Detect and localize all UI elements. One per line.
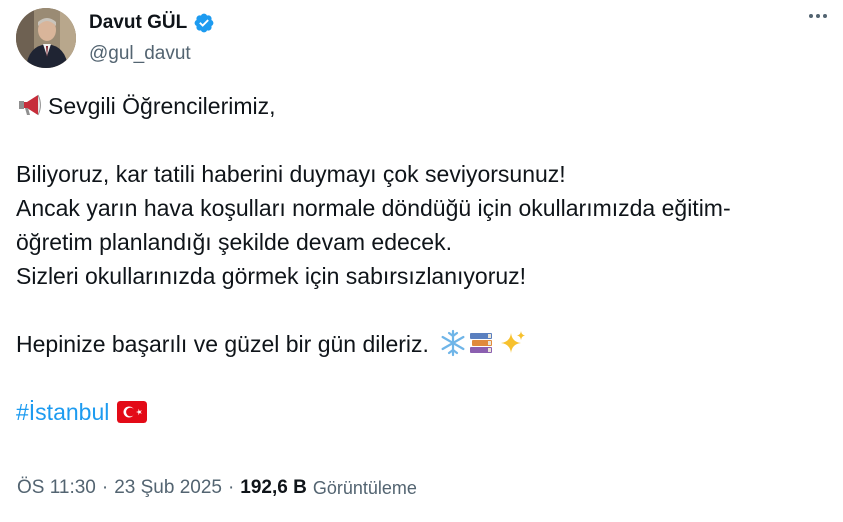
profile-photo-icon [16, 8, 76, 68]
turkey-flag-icon [117, 401, 148, 423]
author-display-name[interactable]: Davut GÜL [89, 12, 187, 34]
verified-badge-icon [194, 13, 214, 33]
closing-line: Hepinize başarılı ve güzel bir gün diler… [16, 327, 831, 361]
separator-dot: · [101, 477, 109, 498]
closing-text: Hepinize başarılı ve güzel bir gün diler… [16, 331, 429, 357]
more-options-icon[interactable] [809, 14, 827, 18]
separator-dot: · [227, 477, 235, 498]
hashtag-line: #İstanbul [16, 395, 831, 429]
tweet-meta: ÖS 11:30 · 23 Şub 2025 · 192,6 B Görüntü… [17, 477, 417, 499]
tweet-header: Davut GÜL @gul_davut [16, 8, 827, 70]
body-line: Ancak yarın hava koşulları normale döndü… [16, 195, 731, 221]
tweet-date[interactable]: 23 Şub 2025 [114, 477, 222, 499]
hashtag-link[interactable]: #İstanbul [16, 399, 109, 425]
sparkles-icon [501, 331, 526, 353]
views-count: 192,6 B [240, 477, 307, 498]
body-line: Sizleri okullarınızda görmek için sabırs… [16, 263, 527, 289]
tweet-text: Sevgili Öğrencilerimiz, Biliyoruz, kar t… [16, 89, 831, 429]
views-label: Görüntüleme [312, 477, 417, 498]
avatar[interactable] [16, 8, 76, 68]
body-line: öğretim planlandığı şekilde devam edecek… [16, 229, 452, 255]
body-line: Biliyoruz, kar tatili haberini duymayı ç… [16, 161, 566, 187]
author-handle[interactable]: @gul_davut [89, 43, 191, 65]
author-name-row: Davut GÜL [89, 12, 215, 34]
books-icon [470, 333, 493, 353]
greeting-text: Sevgili Öğrencilerimiz, [48, 93, 276, 119]
greeting-line: Sevgili Öğrencilerimiz, [16, 89, 831, 123]
snowflake-icon [441, 329, 465, 357]
tweet-time[interactable]: ÖS 11:30 [17, 477, 96, 499]
megaphone-icon [19, 94, 41, 116]
